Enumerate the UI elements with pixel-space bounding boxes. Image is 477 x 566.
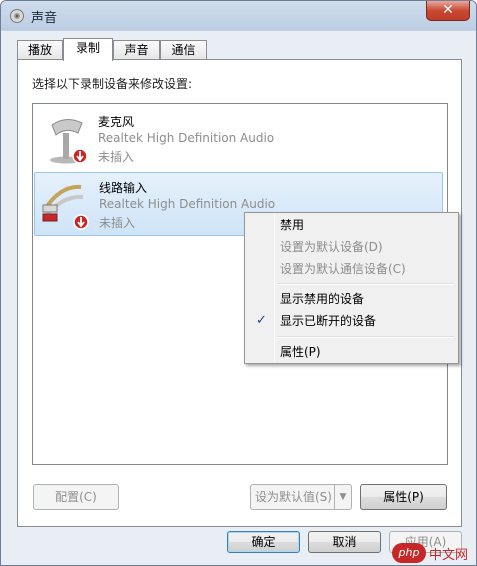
device-status: 未插入 — [99, 216, 136, 230]
microphone-icon — [50, 119, 88, 164]
ok-button[interactable]: 确定 — [227, 531, 300, 553]
menu-item-show-disconnected[interactable]: ✓ 显示已断开的设备 — [247, 310, 456, 332]
set-default-button[interactable]: 设为默认值(S) ▼ — [250, 484, 352, 510]
tab-playback[interactable]: 播放 — [17, 40, 63, 60]
device-name: 线路输入 — [99, 181, 148, 195]
menu-item-show-disabled[interactable]: 显示禁用的设备 — [247, 288, 456, 310]
menu-item-set-default-comm-device[interactable]: 设置为默认通信设备(C) — [247, 258, 456, 280]
watermark-badge: php — [392, 543, 426, 563]
set-default-label: 设为默认值(S) — [255, 490, 332, 504]
menu-item-disable[interactable]: 禁用 — [247, 214, 456, 236]
menu-separator — [277, 283, 454, 285]
title-bar[interactable]: 声音 ✕ — [1, 1, 476, 31]
properties-button[interactable]: 属性(P) — [360, 484, 447, 510]
menu-item-properties[interactable]: 属性(P) — [247, 341, 456, 363]
watermark-text: 中文网 — [429, 548, 469, 563]
device-driver: Realtek High Definition Audio — [99, 197, 276, 211]
window-title: 声音 — [31, 11, 58, 26]
device-status: 未插入 — [98, 150, 135, 164]
menu-separator — [277, 336, 454, 338]
context-menu: 禁用 设置为默认设备(D) 设置为默认通信设备(C) 显示禁用的设备 ✓ 显示已… — [244, 212, 459, 364]
menu-item-set-default-device[interactable]: 设置为默认设备(D) — [247, 236, 456, 258]
menu-item-label: 显示已断开的设备 — [280, 314, 377, 328]
configure-button[interactable]: 配置(C) — [33, 484, 119, 510]
tab-recording[interactable]: 录制 — [63, 38, 113, 61]
tab-communications[interactable]: 通信 — [160, 40, 207, 60]
cancel-button[interactable]: 取消 — [308, 531, 381, 553]
close-button[interactable]: ✕ — [426, 1, 470, 21]
chevron-down-icon[interactable]: ▼ — [334, 485, 351, 509]
tab-sounds[interactable]: 声音 — [113, 40, 160, 60]
device-driver: Realtek High Definition Audio — [98, 131, 275, 145]
instruction-text: 选择以下录制设备来修改设置: — [32, 77, 193, 91]
device-name: 麦克风 — [98, 115, 135, 129]
speaker-icon — [10, 9, 24, 23]
line-in-icon — [42, 184, 89, 230]
device-item-microphone[interactable]: 麦克风 Realtek High Definition Audio 未插入 — [34, 107, 443, 171]
check-icon: ✓ — [256, 313, 267, 328]
